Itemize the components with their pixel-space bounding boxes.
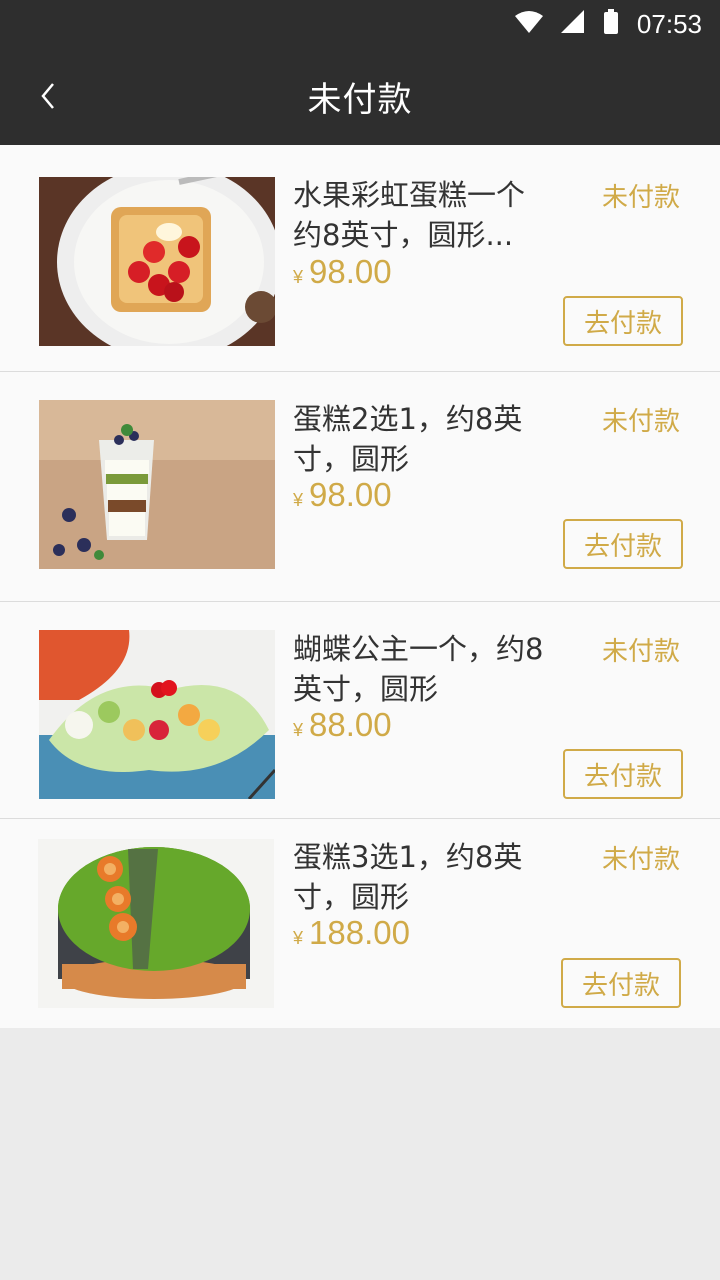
product-name: 蝴蝶公主一个，约8英寸，圆形 (293, 632, 544, 706)
status-time: 07:53 (636, 8, 702, 39)
price-amount: 98.00 (309, 476, 392, 513)
pay-button[interactable]: 去付款 (561, 958, 681, 1008)
order-list: 水果彩虹蛋糕一个约8英寸，圆形... 未付款 ¥98.00 去付款 蛋糕2选1，… (0, 145, 720, 1028)
price-amount: 88.00 (309, 706, 392, 743)
app-bar: 未付款 (0, 48, 720, 145)
price-amount: 188.00 (309, 914, 410, 951)
product-image (39, 630, 275, 799)
order-status: 未付款 (601, 183, 680, 213)
product-image (39, 177, 275, 346)
order-status: 未付款 (601, 407, 680, 437)
pay-button[interactable]: 去付款 (563, 749, 683, 799)
battery-icon (603, 9, 619, 39)
order-item[interactable]: 蝴蝶公主一个，约8英寸，圆形 未付款 ¥88.00 去付款 (0, 602, 720, 819)
product-name: 蛋糕3选1，约8英寸，圆形 (293, 840, 523, 914)
pay-button[interactable]: 去付款 (563, 519, 683, 569)
product-name: 水果彩虹蛋糕一个约8英寸，圆形... (293, 178, 526, 252)
product-price: ¥98.00 (293, 253, 392, 291)
chevron-left-icon (39, 81, 57, 115)
order-item[interactable]: 水果彩虹蛋糕一个约8英寸，圆形... 未付款 ¥98.00 去付款 (0, 145, 720, 372)
order-item[interactable]: 蛋糕2选1，约8英寸，圆形 未付款 ¥98.00 去付款 (0, 372, 720, 602)
currency-symbol: ¥ (293, 267, 304, 287)
signal-icon (560, 10, 585, 38)
product-name: 蛋糕2选1，约8英寸，圆形 (293, 402, 523, 476)
currency-symbol: ¥ (293, 720, 304, 740)
wifi-icon (514, 10, 543, 38)
order-status: 未付款 (601, 637, 680, 667)
back-button[interactable] (28, 78, 68, 118)
price-amount: 98.00 (309, 253, 392, 290)
order-status: 未付款 (601, 845, 680, 875)
order-item[interactable]: 蛋糕3选1，约8英寸，圆形 未付款 ¥188.00 去付款 (0, 819, 720, 1028)
currency-symbol: ¥ (293, 490, 304, 510)
pay-button[interactable]: 去付款 (563, 296, 683, 346)
product-image (39, 400, 275, 569)
product-image (38, 839, 274, 1008)
status-bar: 07:53 (0, 0, 720, 48)
currency-symbol: ¥ (293, 928, 304, 948)
product-price: ¥88.00 (293, 706, 392, 744)
product-price: ¥188.00 (293, 914, 410, 952)
product-price: ¥98.00 (293, 476, 392, 514)
page-title: 未付款 (307, 80, 413, 120)
